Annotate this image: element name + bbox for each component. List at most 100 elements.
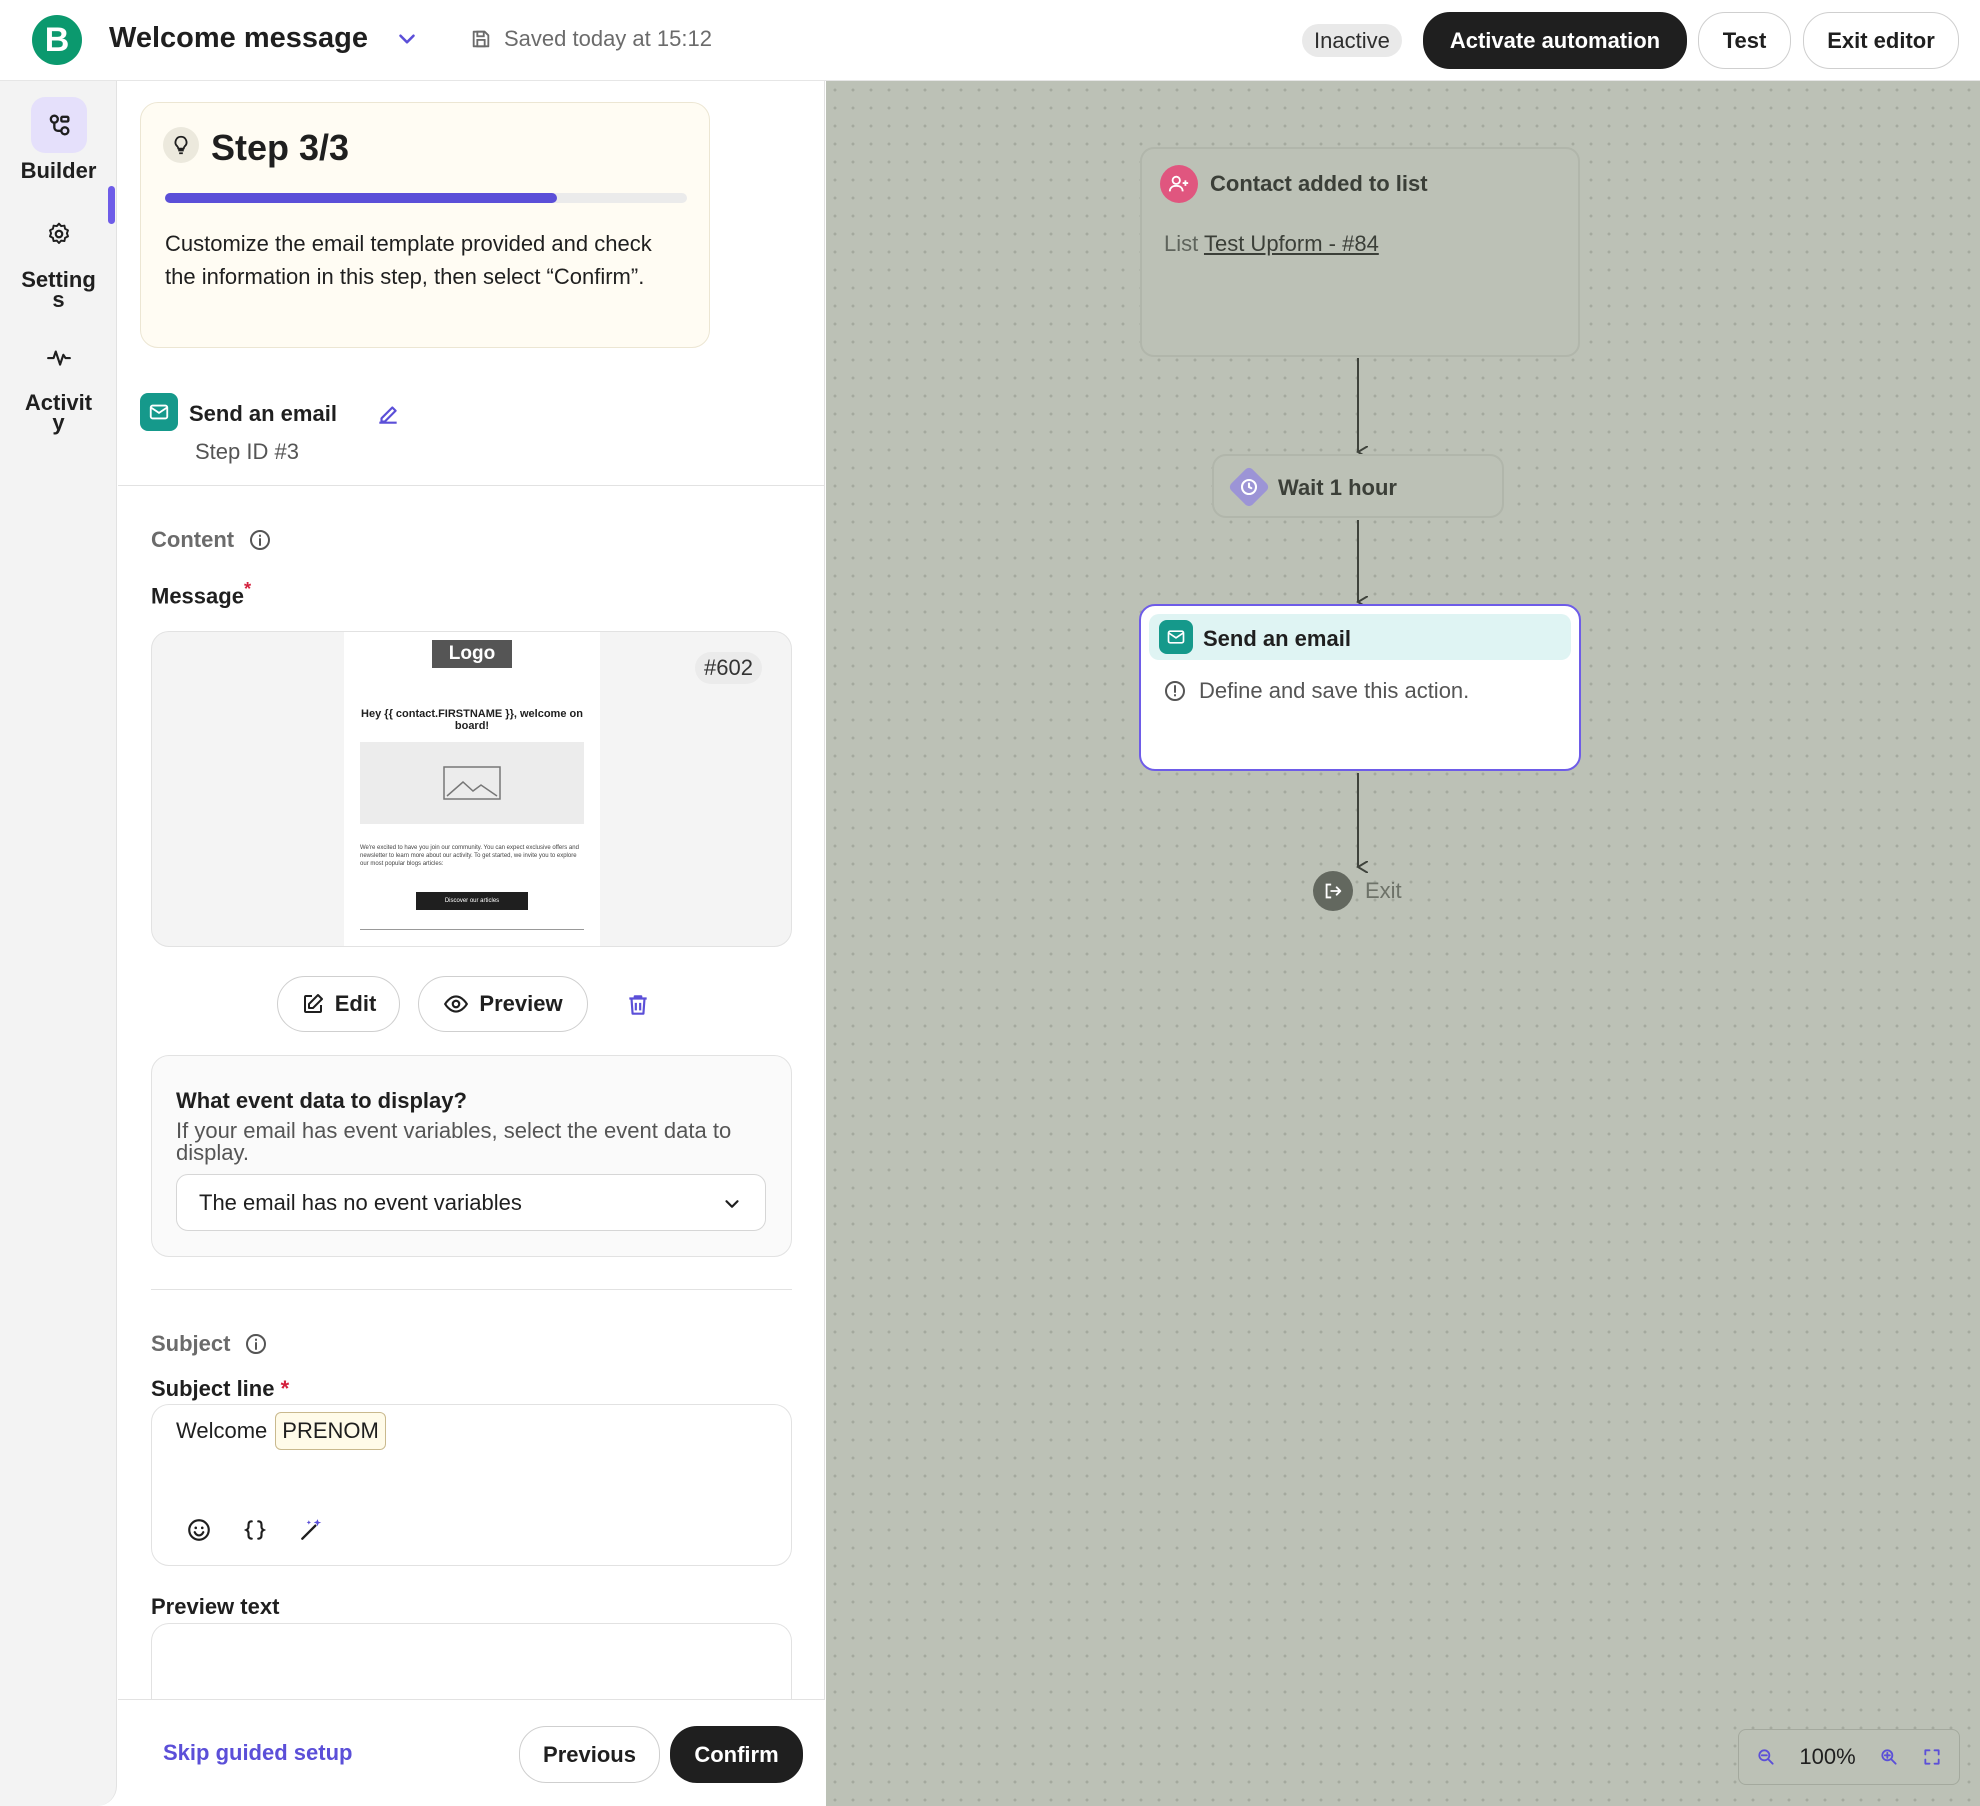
template-logo: Logo <box>432 640 512 668</box>
email-node-warning-text: Define and save this action. <box>1199 678 1470 703</box>
step-description: Customize the email template provided an… <box>165 231 652 289</box>
event-data-title: What event data to display? <box>176 1088 467 1113</box>
automation-title[interactable]: Welcome message <box>109 22 368 55</box>
image-placeholder-icon <box>360 742 584 824</box>
add-contact-icon <box>1160 165 1198 203</box>
preview-text-label: Preview text <box>151 1594 280 1619</box>
info-icon[interactable] <box>244 1332 268 1356</box>
preview-template-button[interactable]: Preview <box>418 976 588 1032</box>
builder-icon <box>30 97 87 153</box>
rail-label-settings-wrap: s <box>52 287 65 312</box>
chevron-down-icon <box>725 1200 739 1208</box>
email-action-node[interactable]: Send an email Define and save this actio… <box>1139 604 1581 771</box>
saved-text: Saved today at 15:12 <box>504 26 712 51</box>
subject-toolbar <box>186 1517 324 1543</box>
subject-text: Welcome <box>176 1418 268 1443</box>
alert-icon <box>1165 681 1185 701</box>
email-icon <box>140 393 178 431</box>
clock-icon <box>1240 478 1258 496</box>
save-icon <box>472 30 490 48</box>
template-heading: Hey {{ contact.FIRSTNAME }}, welcome on … <box>361 708 583 732</box>
step-title: Step 3/3 <box>211 127 350 168</box>
event-data-select[interactable]: The email has no event variables <box>176 1174 766 1231</box>
ai-wand-icon[interactable] <box>298 1517 324 1543</box>
subject-line-value: Welcome PRENOM <box>176 1411 386 1451</box>
step-id: Step ID #3 <box>195 439 299 464</box>
personalization-tag[interactable]: PRENOM <box>275 1412 386 1450</box>
exit-node: Exit <box>1313 871 1402 911</box>
guided-step-card: Step 3/3 Customize the email template pr… <box>140 102 710 348</box>
event-data-panel: What event data to display? If your emai… <box>151 1055 792 1257</box>
activate-automation-button[interactable]: Activate automation <box>1423 12 1687 69</box>
fit-screen-icon[interactable] <box>1922 1747 1942 1767</box>
info-icon[interactable] <box>248 528 272 552</box>
template-cta: Discover our articles <box>416 892 528 910</box>
edit-icon <box>303 994 323 1013</box>
confirm-button[interactable]: Confirm <box>670 1726 803 1783</box>
template-body: We're excited to have you join our commu… <box>360 845 579 867</box>
activity-icon <box>31 329 87 385</box>
action-title: Send an email <box>189 401 337 426</box>
template-page: Logo Hey {{ contact.FIRSTNAME }}, welcom… <box>344 632 600 946</box>
divider <box>151 1289 792 1290</box>
email-node-header: Send an email <box>1149 614 1571 660</box>
skip-guided-setup-link[interactable]: Skip guided setup <box>163 1740 352 1766</box>
zoom-out-icon[interactable] <box>1756 1747 1776 1767</box>
edit-label: Edit <box>334 991 377 1016</box>
email-template-preview[interactable]: Logo Hey {{ contact.FIRSTNAME }}, welcom… <box>151 631 792 947</box>
rail-label-builder: Builder <box>20 158 97 183</box>
trigger-node[interactable]: Contact added to list List Test Upform -… <box>1140 147 1580 357</box>
required-mark: * <box>243 578 252 599</box>
wait-title: Wait 1 hour <box>1278 475 1397 500</box>
email-node-title: Send an email <box>1203 626 1351 651</box>
trigger-list-link[interactable]: Test Upform - #84 <box>1204 231 1379 256</box>
rail-item-activity[interactable]: Activit y <box>0 329 117 435</box>
workflow-canvas[interactable]: Contact added to list List Test Upform -… <box>826 81 1980 1806</box>
trash-icon[interactable] <box>623 990 653 1020</box>
preview-label: Preview <box>479 991 563 1016</box>
email-icon <box>1159 620 1193 654</box>
exit-editor-button[interactable]: Exit editor <box>1803 12 1959 69</box>
subject-line-label: Subject line * <box>151 1376 289 1402</box>
message-label-text: Message <box>151 583 244 609</box>
rail-item-builder[interactable]: Builder <box>0 97 117 183</box>
subject-line-label-text: Subject line <box>151 1376 275 1401</box>
step-progress-bar <box>165 193 687 203</box>
trigger-detail-prefix: List <box>1164 231 1199 256</box>
brand-logo[interactable]: B <box>32 15 82 65</box>
divider <box>118 485 825 486</box>
gear-icon <box>31 206 87 262</box>
edit-template-button[interactable]: Edit <box>277 976 400 1032</box>
pencil-icon[interactable] <box>375 401 401 427</box>
chevron-down-icon[interactable] <box>394 26 420 52</box>
setup-panel: Step 3/3 Customize the email template pr… <box>118 81 825 1806</box>
top-bar: B Welcome message Saved today at 15:12 I… <box>0 0 1980 81</box>
variable-braces-icon[interactable] <box>242 1517 268 1543</box>
content-label-text: Content <box>151 527 235 552</box>
test-button[interactable]: Test <box>1698 12 1791 69</box>
wait-node[interactable]: Wait 1 hour <box>1212 454 1504 518</box>
zoom-level: 100% <box>1799 1744 1856 1769</box>
eye-icon <box>444 995 469 1013</box>
status-badge: Inactive <box>1302 24 1402 57</box>
save-status: Saved today at 15:12 <box>470 26 712 52</box>
event-data-selected: The email has no event variables <box>199 1189 522 1215</box>
subject-line-input[interactable]: Welcome PRENOM <box>151 1404 792 1566</box>
message-label: Message* <box>151 578 251 609</box>
email-node-warning: Define and save this action. <box>1163 678 1469 704</box>
event-data-help: If your email has event variables, selec… <box>176 1118 732 1165</box>
rail-item-settings[interactable]: Setting s <box>0 206 117 312</box>
left-rail: Builder Setting s Activit y <box>0 81 117 1806</box>
zoom-in-icon[interactable] <box>1879 1747 1899 1767</box>
action-header: Send an email Step ID #3 <box>140 393 820 473</box>
zoom-controls: 100% <box>1738 1729 1960 1785</box>
trigger-title: Contact added to list <box>1210 171 1428 196</box>
step-progress-fill <box>165 193 557 203</box>
rail-label-activity-wrap: y <box>52 410 65 435</box>
subject-label-text: Subject <box>151 1331 231 1356</box>
content-section-label: Content <box>151 527 272 553</box>
trigger-detail: List Test Upform - #84 <box>1164 231 1379 257</box>
previous-button[interactable]: Previous <box>519 1726 660 1783</box>
template-divider <box>360 929 584 930</box>
emoji-icon[interactable] <box>186 1517 212 1543</box>
